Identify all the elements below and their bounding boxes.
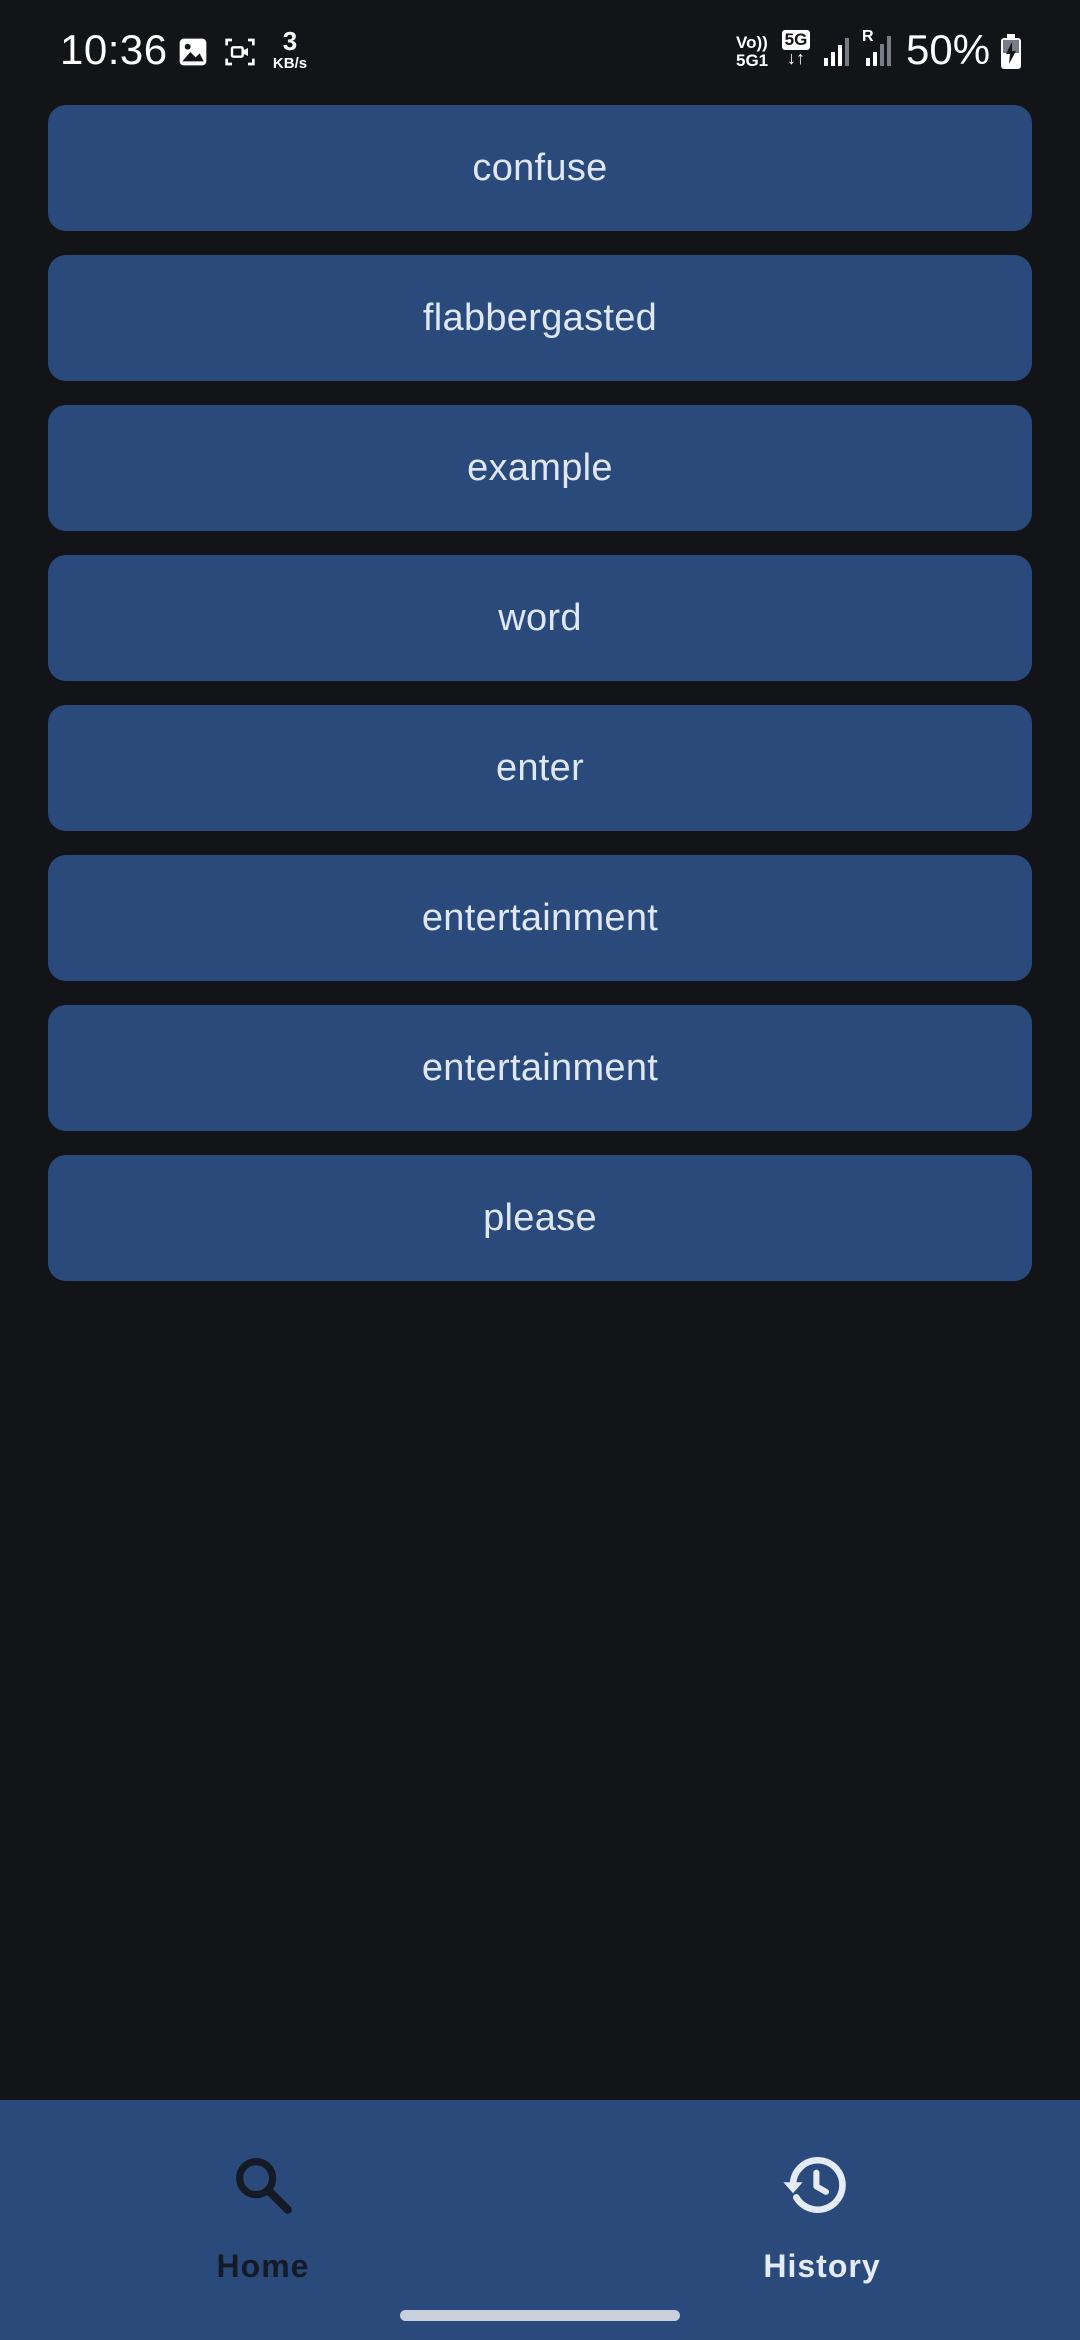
history-item-entertainment[interactable]: entertainment bbox=[48, 855, 1032, 981]
battery-percent: 50% bbox=[906, 26, 991, 73]
nav-home[interactable]: Home bbox=[0, 2100, 540, 2300]
status-bar: 10:36 3 KB/s Vo)) 5G1 5G ↓↑ R 50% bbox=[0, 0, 1080, 100]
screen: 10:36 3 KB/s Vo)) 5G1 5G ↓↑ R 50% confus… bbox=[0, 0, 1080, 2340]
network-badge: 5G bbox=[781, 30, 811, 50]
history-item-entertainment-2[interactable]: entertainment bbox=[48, 1005, 1032, 1131]
nav-history-label: History bbox=[763, 2248, 881, 2284]
history-item-flabbergasted[interactable]: flabbergasted bbox=[48, 255, 1032, 381]
network-speed: 3 KB/s bbox=[268, 28, 312, 71]
screen-record-icon bbox=[225, 38, 255, 66]
history-item-confuse[interactable]: confuse bbox=[48, 105, 1032, 231]
network-speed-value: 3 bbox=[282, 26, 298, 56]
history-item-enter[interactable]: enter bbox=[48, 705, 1032, 831]
bottom-nav: Home History bbox=[0, 2100, 1080, 2340]
network-type: 5G ↓↑ bbox=[778, 30, 814, 67]
battery-charging-icon bbox=[1001, 34, 1021, 69]
nav-history[interactable]: History bbox=[540, 2100, 1080, 2300]
volte-line-2: 5G1 bbox=[736, 51, 769, 70]
history-item-example[interactable]: example bbox=[48, 405, 1032, 531]
history-icon bbox=[783, 2156, 846, 2213]
status-time: 10:36 bbox=[60, 26, 168, 73]
nav-home-label: Home bbox=[216, 2248, 310, 2284]
gesture-bar[interactable] bbox=[400, 2310, 680, 2321]
volte-indicator: Vo)) 5G1 bbox=[736, 34, 768, 70]
search-icon bbox=[236, 2158, 292, 2214]
history-item-please[interactable]: please bbox=[48, 1155, 1032, 1281]
gallery-icon bbox=[179, 38, 207, 66]
volte-line-1: Vo)) bbox=[736, 33, 768, 52]
history-item-word[interactable]: word bbox=[48, 555, 1032, 681]
network-speed-unit: KB/s bbox=[272, 55, 308, 72]
signal-icon bbox=[824, 38, 849, 66]
history-list: confuse flabbergasted example word enter… bbox=[48, 105, 1032, 1305]
signal-roaming-icon bbox=[866, 36, 891, 66]
data-activity-arrows: ↓↑ bbox=[787, 48, 805, 68]
